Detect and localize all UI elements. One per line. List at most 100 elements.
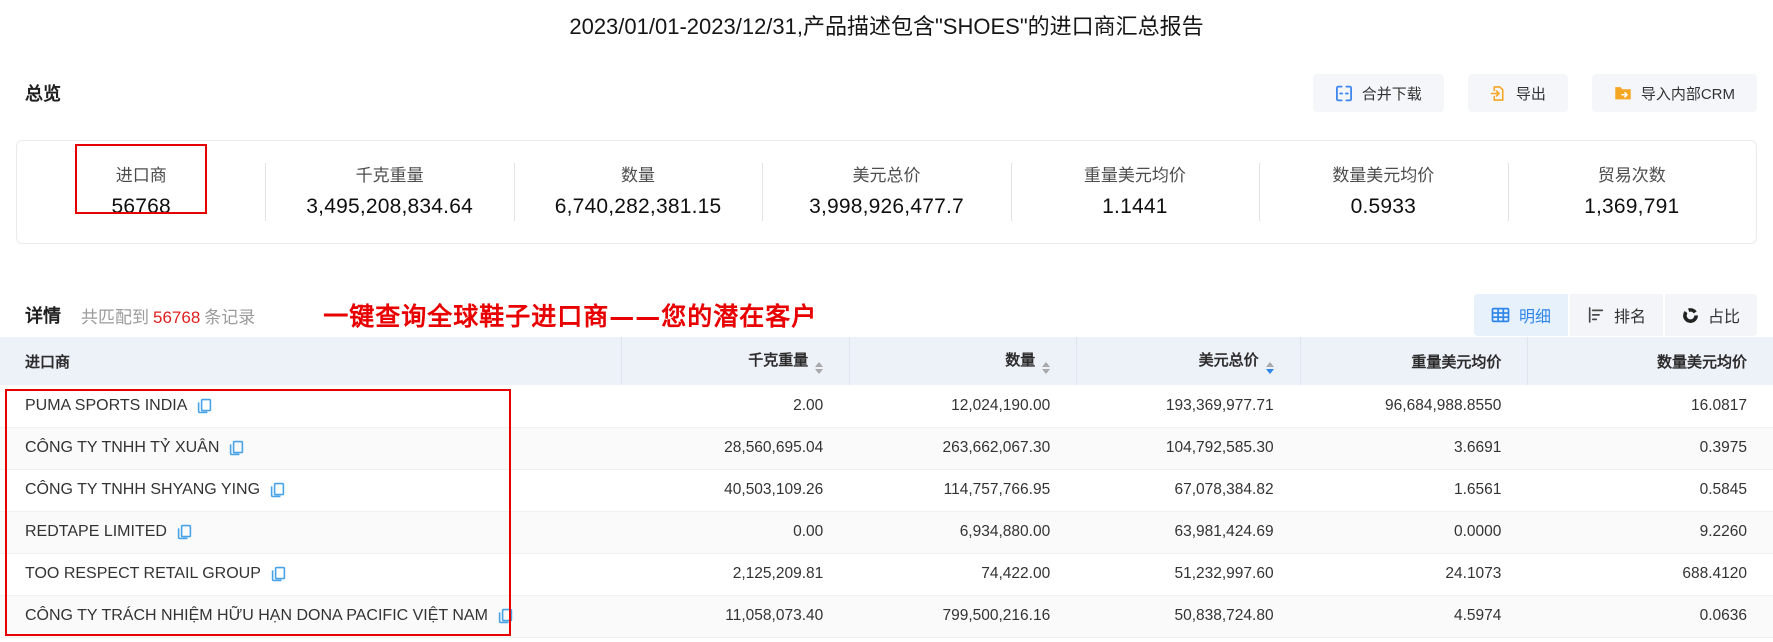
- cell-usd_per_qty: 0.5845: [1527, 469, 1773, 512]
- summary-stats-panel: 进口商 56768 千克重量 3,495,208,834.64 数量 6,740,282,…: [16, 140, 1757, 244]
- copy-icon[interactable]: [270, 482, 285, 498]
- importer-name[interactable]: CÔNG TY TNHH SHYANG YING: [25, 481, 260, 498]
- stat-card: 进口商 56768: [17, 141, 265, 243]
- action-buttons: 合并下载 导出 导入内部CRM: [1312, 74, 1757, 112]
- cell-usd_per_kg: 24.1073: [1299, 553, 1528, 596]
- stat-label: 数量: [621, 166, 656, 185]
- importer-name[interactable]: TOO RESPECT RETAIL GROUP: [25, 565, 261, 582]
- copy-icon[interactable]: [177, 524, 192, 540]
- copy-icon[interactable]: [197, 398, 212, 414]
- stat-label: 贸易次数: [1597, 166, 1666, 185]
- stat-label: 美元总价: [852, 166, 921, 185]
- table-row[interactable]: CÔNG TY TNHH SHYANG YING 40,503,109.26 114…: [0, 469, 1773, 512]
- stat-card: 千克重量 3,495,208,834.64: [265, 141, 513, 243]
- column-header[interactable]: 数量: [849, 337, 1077, 385]
- cell-kg: 28,560,695.04: [620, 427, 850, 470]
- merge-download-button-label: 合并下载: [1361, 85, 1422, 103]
- stat-label: 重量美元均价: [1083, 166, 1186, 185]
- stat-label: 数量美元均价: [1332, 166, 1435, 185]
- importer-name[interactable]: CÔNG TY TNHH TỶ XUÂN: [25, 439, 219, 456]
- tab-ranking[interactable]: 排名: [1569, 294, 1663, 336]
- tab-detail[interactable]: 明细: [1473, 294, 1568, 336]
- export-button-label: 导出: [1515, 85, 1546, 103]
- stat-value: 1.1441: [1102, 195, 1168, 218]
- importer-table: 进口商 千克重量 数量 美元总价 重量美元均价 数量美元均价 PUMA SPORTS IN…: [0, 337, 1773, 638]
- red-annotation-text: 一键查询全球鞋子进口商——您的潜在客户: [323, 302, 818, 331]
- cell-usd_per_kg: 4.5974: [1299, 595, 1528, 638]
- table-row[interactable]: REDTAPE LIMITED 0.00 6,934,880.00 63,981,42…: [0, 511, 1773, 554]
- stat-card: 数量 6,740,282,381.15: [513, 141, 762, 243]
- copy-icon[interactable]: [271, 566, 286, 582]
- cell-usd_per_kg: 3.6691: [1299, 427, 1528, 470]
- importer-name-cell: PUMA SPORTS INDIA: [0, 385, 621, 428]
- importer-name-cell: CÔNG TY TNHH SHYANG YING: [0, 469, 621, 512]
- stat-value: 1,369,791: [1584, 195, 1680, 218]
- table-row[interactable]: CÔNG TY TNHH TỶ XUÂN 28,560,695.04 263,662…: [0, 427, 1773, 470]
- cell-qty: 74,422.00: [849, 553, 1077, 596]
- column-header-label: 美元总价: [1198, 351, 1259, 369]
- cell-usd: 104,792,585.30: [1076, 427, 1300, 470]
- column-header[interactable]: 千克重量: [620, 337, 850, 385]
- pie-icon: [1682, 307, 1699, 324]
- cell-usd_per_qty: 0.3975: [1527, 427, 1773, 470]
- stat-label: 进口商: [115, 166, 167, 185]
- cell-usd: 51,232,997.60: [1076, 553, 1300, 596]
- tab-ranking-label: 排名: [1613, 309, 1646, 326]
- cell-usd_per_kg: 0.0000: [1299, 511, 1528, 554]
- importer-name[interactable]: CÔNG TY TRÁCH NHIỆM HỮU HẠN DONA PACIFIC…: [25, 607, 488, 624]
- stat-value: 6,740,282,381.15: [554, 195, 722, 218]
- import-crm-button-label: 导入内部CRM: [1640, 85, 1735, 103]
- cell-usd: 50,838,724.80: [1076, 595, 1300, 638]
- tab-proportion-label: 占比: [1707, 309, 1740, 326]
- ranking-icon: [1587, 307, 1605, 323]
- sort-arrows-icon[interactable]: [1042, 361, 1051, 374]
- importer-name[interactable]: PUMA SPORTS INDIA: [25, 397, 187, 414]
- sort-arrows-icon[interactable]: [1265, 361, 1274, 374]
- match-prefix: 共匹配到: [81, 307, 149, 327]
- table-row[interactable]: TOO RESPECT RETAIL GROUP 2,125,209.81 74,4…: [0, 553, 1773, 596]
- export-button[interactable]: 导出: [1467, 74, 1568, 112]
- column-header[interactable]: 美元总价: [1076, 337, 1300, 385]
- cell-usd_per_qty: 688.4120: [1527, 553, 1773, 596]
- importer-name-cell: CÔNG TY TRÁCH NHIỆM HỮU HẠN DONA PACIFIC…: [0, 595, 621, 638]
- cell-usd: 67,078,384.82: [1076, 469, 1300, 512]
- column-header-label: 数量: [1005, 351, 1036, 369]
- cell-qty: 6,934,880.00: [849, 511, 1077, 554]
- cell-usd_per_qty: 9.2260: [1527, 511, 1773, 554]
- page-title: 2023/01/01-2023/12/31,产品描述包含"SHOES"的进口商汇…: [569, 14, 1204, 39]
- importer-name[interactable]: REDTAPE LIMITED: [25, 523, 167, 540]
- stat-card: 重量美元均价 1.1441: [1010, 141, 1259, 243]
- sort-arrows-icon[interactable]: [815, 361, 824, 374]
- match-suffix: 条记录: [204, 307, 256, 327]
- stat-label: 千克重量: [355, 166, 424, 185]
- cell-usd_per_qty: 16.0817: [1527, 385, 1773, 428]
- cell-usd: 63,981,424.69: [1076, 511, 1300, 554]
- copy-icon[interactable]: [229, 440, 244, 456]
- cell-kg: 2,125,209.81: [620, 553, 850, 596]
- merge-download-icon: [1335, 85, 1353, 102]
- table-icon: [1491, 307, 1510, 323]
- import-report-page: 2023/01/01-2023/12/31,产品描述包含"SHOES"的进口商汇…: [0, 0, 1773, 642]
- column-header: 数量美元均价: [1527, 337, 1773, 385]
- column-header-label: 重量美元均价: [1411, 353, 1502, 371]
- importer-name-cell: REDTAPE LIMITED: [0, 511, 621, 554]
- table-row[interactable]: PUMA SPORTS INDIA 2.00 12,024,190.00 193,36…: [0, 385, 1773, 428]
- import-crm-button[interactable]: 导入内部CRM: [1591, 74, 1757, 112]
- copy-icon[interactable]: [498, 608, 513, 624]
- export-icon: [1490, 85, 1507, 102]
- cell-kg: 40,503,109.26: [620, 469, 850, 512]
- tab-proportion[interactable]: 占比: [1664, 294, 1757, 336]
- table-header-row: 进口商 千克重量 数量 美元总价 重量美元均价 数量美元均价: [0, 337, 1773, 385]
- importer-name-cell: CÔNG TY TNHH TỶ XUÂN: [0, 427, 621, 470]
- cell-usd: 193,369,977.71: [1076, 385, 1300, 428]
- import-crm-icon: [1614, 85, 1632, 101]
- merge-download-button[interactable]: 合并下载: [1312, 74, 1444, 112]
- match-count: 56768: [153, 307, 201, 327]
- overview-bar: 总览 合并下载 导出 导入内部CRM: [25, 72, 1757, 114]
- view-tabs: 明细 排名 占比: [1473, 294, 1757, 336]
- stat-value: 56768: [111, 195, 171, 218]
- cell-qty: 263,662,067.30: [849, 427, 1077, 470]
- table-row[interactable]: CÔNG TY TRÁCH NHIỆM HỮU HẠN DONA PACIFIC…: [0, 595, 1773, 638]
- importer-table-wrap: 进口商 千克重量 数量 美元总价 重量美元均价 数量美元均价 PUMA SPORTS IN…: [0, 337, 1773, 642]
- stat-card: 数量美元均价 0.5933: [1259, 141, 1507, 243]
